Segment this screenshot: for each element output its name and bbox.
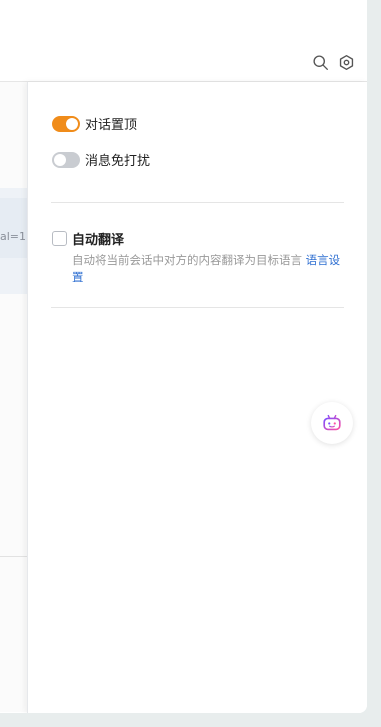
mute-chat-label: 消息免打扰 <box>85 154 151 169</box>
settings-hexagon-icon[interactable] <box>337 53 355 71</box>
input-area-divider <box>0 556 28 557</box>
auto-translate-section: 自动翻译 自动将当前会话中对方的内容翻译为目标语言 语言设置 <box>52 229 352 286</box>
section-divider <box>51 307 344 308</box>
robot-assistant-icon <box>323 414 341 431</box>
partial-message-text: al=1r <box>0 230 28 243</box>
pin-chat-label: 对话置顶 <box>85 118 138 133</box>
chat-message-area <box>0 82 28 712</box>
auto-translate-checkbox[interactable] <box>52 231 67 246</box>
app-window: al=1r 对话置顶 消息免打扰 自动翻译 自动将当前会话中对方的内容翻译为目标… <box>0 0 367 713</box>
selected-message-row <box>0 198 28 258</box>
auto-translate-title: 自动翻译 <box>72 233 125 248</box>
pin-chat-toggle[interactable] <box>52 115 80 132</box>
header-actions <box>311 53 355 71</box>
chat-settings-drawer: 对话置顶 消息免打扰 自动翻译 自动将当前会话中对方的内容翻译为目标语言 语言设… <box>27 82 367 713</box>
search-icon[interactable] <box>311 53 329 71</box>
toggle-knob <box>54 153 66 166</box>
chat-header <box>0 0 367 82</box>
mute-chat-row: 消息免打扰 <box>52 150 150 169</box>
mute-chat-toggle[interactable] <box>52 151 80 168</box>
pin-chat-row: 对话置顶 <box>52 114 137 133</box>
toggle-knob <box>66 117 78 130</box>
auto-translate-description-text: 自动将当前会话中对方的内容翻译为目标语言 <box>72 253 302 267</box>
section-divider <box>51 202 344 203</box>
auto-translate-header: 自动翻译 <box>52 229 352 248</box>
auto-translate-description: 自动将当前会话中对方的内容翻译为目标语言 语言设置 <box>72 252 347 286</box>
assistant-button[interactable] <box>311 402 353 444</box>
